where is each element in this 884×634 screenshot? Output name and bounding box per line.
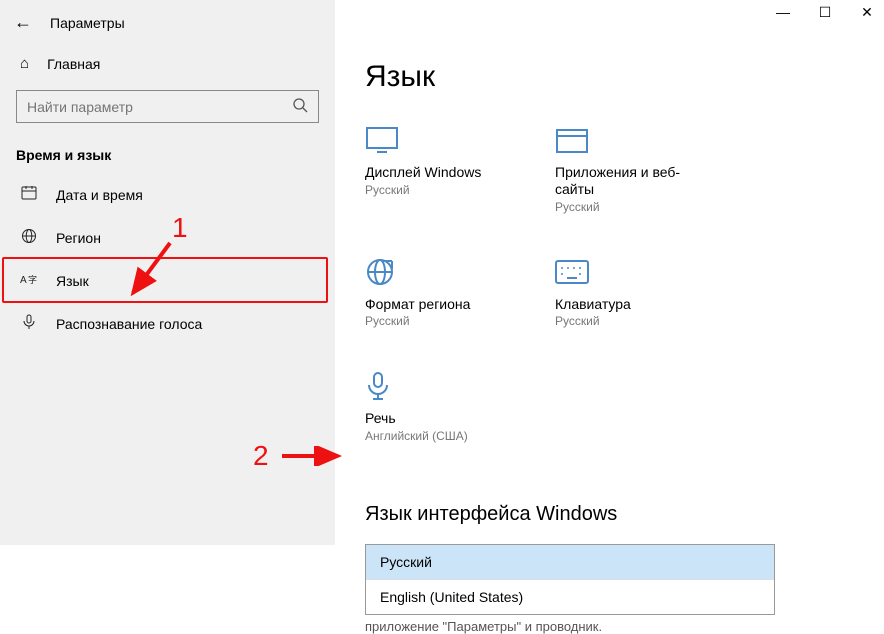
- speech-icon: [365, 368, 495, 404]
- tile-keyboard[interactable]: Клавиатура Русский: [555, 254, 685, 329]
- home-icon: ⌂: [20, 55, 29, 72]
- back-button[interactable]: ←: [14, 12, 32, 33]
- dropdown-option[interactable]: Русский: [366, 545, 774, 579]
- tile-apps[interactable]: Приложения и веб-сайты Русский: [555, 122, 685, 214]
- calendar-icon: [20, 185, 38, 204]
- sidebar-item-speech-recognition[interactable]: Распознавание голоса: [0, 302, 335, 345]
- annotation-highlight: [2, 257, 328, 303]
- tile-display[interactable]: Дисплей Windows Русский: [365, 122, 495, 214]
- sidebar-item-region[interactable]: Регион: [0, 216, 335, 259]
- truncated-text: приложение "Параметры" и проводник.: [365, 619, 854, 634]
- mic-icon: [20, 314, 38, 333]
- sidebar-item-label: Распознавание голоса: [56, 316, 202, 332]
- search-input[interactable]: [27, 99, 292, 115]
- section-header: Время и язык: [0, 141, 335, 173]
- sidebar-item-label: Дата и время: [56, 187, 143, 203]
- language-icon: A字: [20, 271, 38, 290]
- svg-text:A: A: [20, 275, 27, 286]
- tile-label: Клавиатура: [555, 296, 685, 313]
- tile-sub: Русский: [365, 183, 495, 197]
- page-title: Язык: [365, 60, 854, 94]
- section-heading: Язык интерфейса Windows: [365, 503, 854, 526]
- language-dropdown[interactable]: Русский English (United States): [365, 544, 775, 615]
- tile-sub: Английский (США): [365, 429, 495, 443]
- tile-sub: Русский: [365, 314, 495, 328]
- tile-label: Речь: [365, 410, 495, 427]
- home-label: Главная: [47, 56, 100, 72]
- maximize-button[interactable]: ☐: [816, 4, 834, 21]
- window-title: Параметры: [50, 15, 125, 31]
- tile-region-format[interactable]: Формат региона Русский: [365, 254, 495, 329]
- close-button[interactable]: ✕: [858, 4, 876, 21]
- display-icon: [365, 122, 495, 158]
- region-format-icon: [365, 254, 495, 290]
- sidebar-item-date-time[interactable]: Дата и время: [0, 173, 335, 216]
- tile-label: Формат региона: [365, 296, 495, 313]
- keyboard-icon: [555, 254, 685, 290]
- sidebar-item-label: Язык: [56, 273, 89, 289]
- tile-label: Приложения и веб-сайты: [555, 164, 685, 198]
- tile-label: Дисплей Windows: [365, 164, 495, 181]
- globe-icon: [20, 228, 38, 247]
- sidebar: ← Параметры ⌂ Главная Время и язык Дата …: [0, 0, 335, 545]
- tile-sub: Русский: [555, 200, 685, 214]
- sidebar-item-language[interactable]: A字 Язык: [0, 259, 335, 302]
- minimize-button[interactable]: —: [774, 4, 792, 21]
- tile-speech[interactable]: Речь Английский (США): [365, 368, 495, 443]
- tile-sub: Русский: [555, 314, 685, 328]
- sidebar-home[interactable]: ⌂ Главная: [0, 45, 335, 82]
- tiles-grid: Дисплей Windows Русский Приложения и веб…: [365, 122, 854, 443]
- dropdown-option[interactable]: English (United States): [366, 579, 774, 614]
- window-controls: — ☐ ✕: [774, 4, 876, 21]
- search-icon: [292, 97, 308, 116]
- sidebar-item-label: Регион: [56, 230, 101, 246]
- search-box[interactable]: [16, 90, 319, 123]
- content-area: — ☐ ✕ Язык Дисплей Windows Русский Прило…: [335, 0, 884, 545]
- apps-icon: [555, 122, 685, 158]
- svg-text:字: 字: [28, 274, 37, 285]
